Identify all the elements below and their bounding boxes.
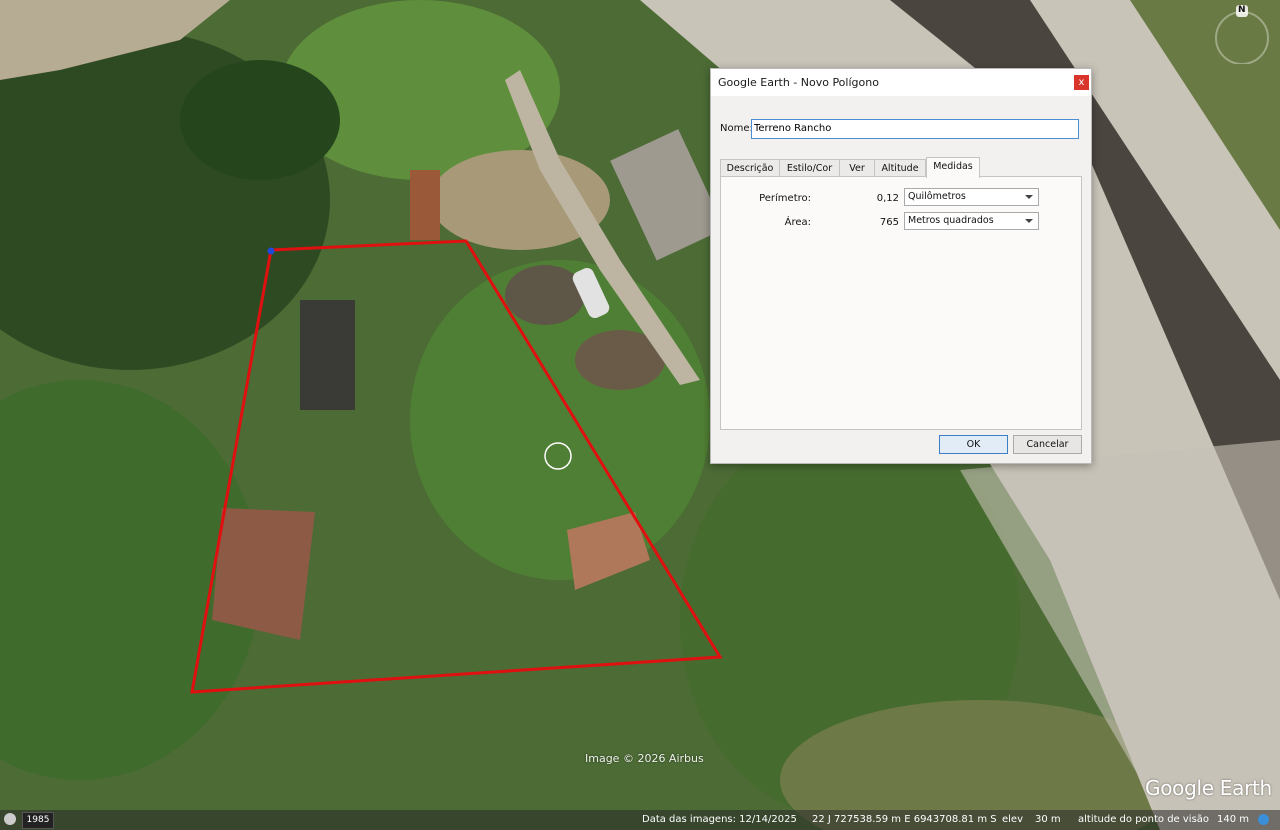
status-globe-icon [1258,814,1269,825]
polygon-vertex [267,247,275,255]
tab-ver[interactable]: Ver [839,159,875,177]
new-polygon-dialog: Google Earth - Novo Polígono x Nome: Des… [710,68,1092,464]
perimeter-unit-select[interactable]: Quilômetros [904,188,1039,206]
name-label: Nome: [720,123,753,134]
tab-estilo-cor[interactable]: Estilo/Cor [779,159,840,177]
perimeter-unit-value: Quilômetros [908,191,966,202]
tab-medidas[interactable]: Medidas [926,157,980,178]
cursor-coordinates: 22 J 727538.59 m E 6943708.81 m S [812,814,997,825]
google-earth-logo: Google Earth [1145,776,1272,800]
tab-altitude[interactable]: Altitude [874,159,926,177]
area-value: 765 [879,217,899,228]
name-input[interactable] [751,119,1079,139]
perimeter-value: 0,12 [876,193,899,204]
eye-altitude-label: altitude do ponto de visão [1078,814,1210,825]
imagery-copyright: Image © 2026 Airbus [585,752,704,765]
timeline-slider[interactable] [4,813,16,825]
elevation-label: elev [1002,814,1024,825]
area-unit-value: Metros quadrados [908,215,994,226]
chevron-down-icon [1025,219,1033,223]
cancel-button[interactable]: Cancelar [1013,435,1082,454]
compass-north-label: N [1238,5,1246,15]
tab-descricao[interactable]: Descrição [720,159,780,177]
area-unit-select[interactable]: Metros quadrados [904,212,1039,230]
image-date: Data das imagens: 12/14/2025 [642,814,797,825]
perimeter-label: Perímetro: [759,193,811,204]
eye-altitude-value: 140 m [1217,814,1250,825]
measurements-panel: Perímetro: 0,12 Quilômetros Área: 765 Me… [720,176,1082,430]
historical-year-badge[interactable]: 1985 [22,812,54,829]
area-label: Área: [784,217,811,228]
chevron-down-icon [1025,195,1033,199]
close-button[interactable]: x [1074,75,1089,90]
ok-button[interactable]: OK [939,435,1008,454]
compass-control[interactable]: N [1212,4,1272,65]
dialog-title: Google Earth - Novo Polígono [718,76,879,89]
elevation-value: 30 m [1035,814,1061,825]
dialog-titlebar[interactable]: Google Earth - Novo Polígono x [711,69,1091,96]
